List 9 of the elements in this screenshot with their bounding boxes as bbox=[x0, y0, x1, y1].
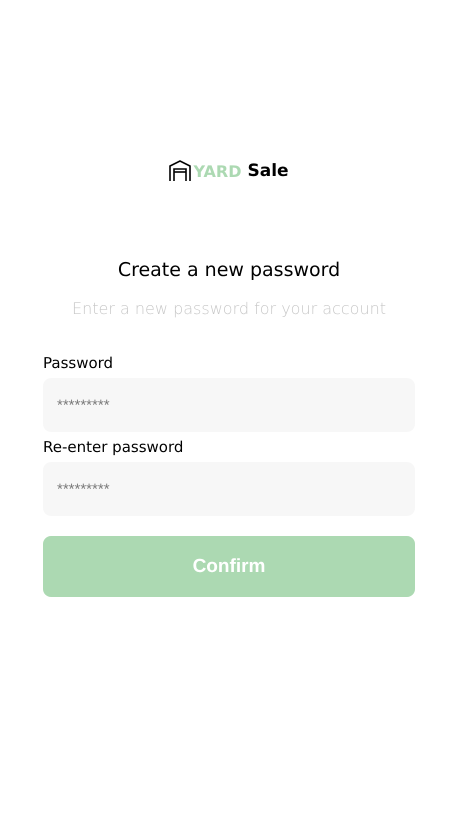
password-field[interactable]: ********* bbox=[43, 378, 415, 432]
logo-text: Sale bbox=[247, 161, 289, 181]
password-field[interactable]: ********* bbox=[43, 462, 415, 516]
field-label: Re-enter password bbox=[43, 438, 184, 456]
field-label: Password bbox=[43, 354, 114, 372]
logo-text: YARD bbox=[193, 162, 242, 180]
page-subtitle: Enter a new password for your account bbox=[72, 299, 386, 318]
page-title: Create a new password bbox=[118, 259, 340, 281]
garage-icon bbox=[169, 160, 192, 182]
